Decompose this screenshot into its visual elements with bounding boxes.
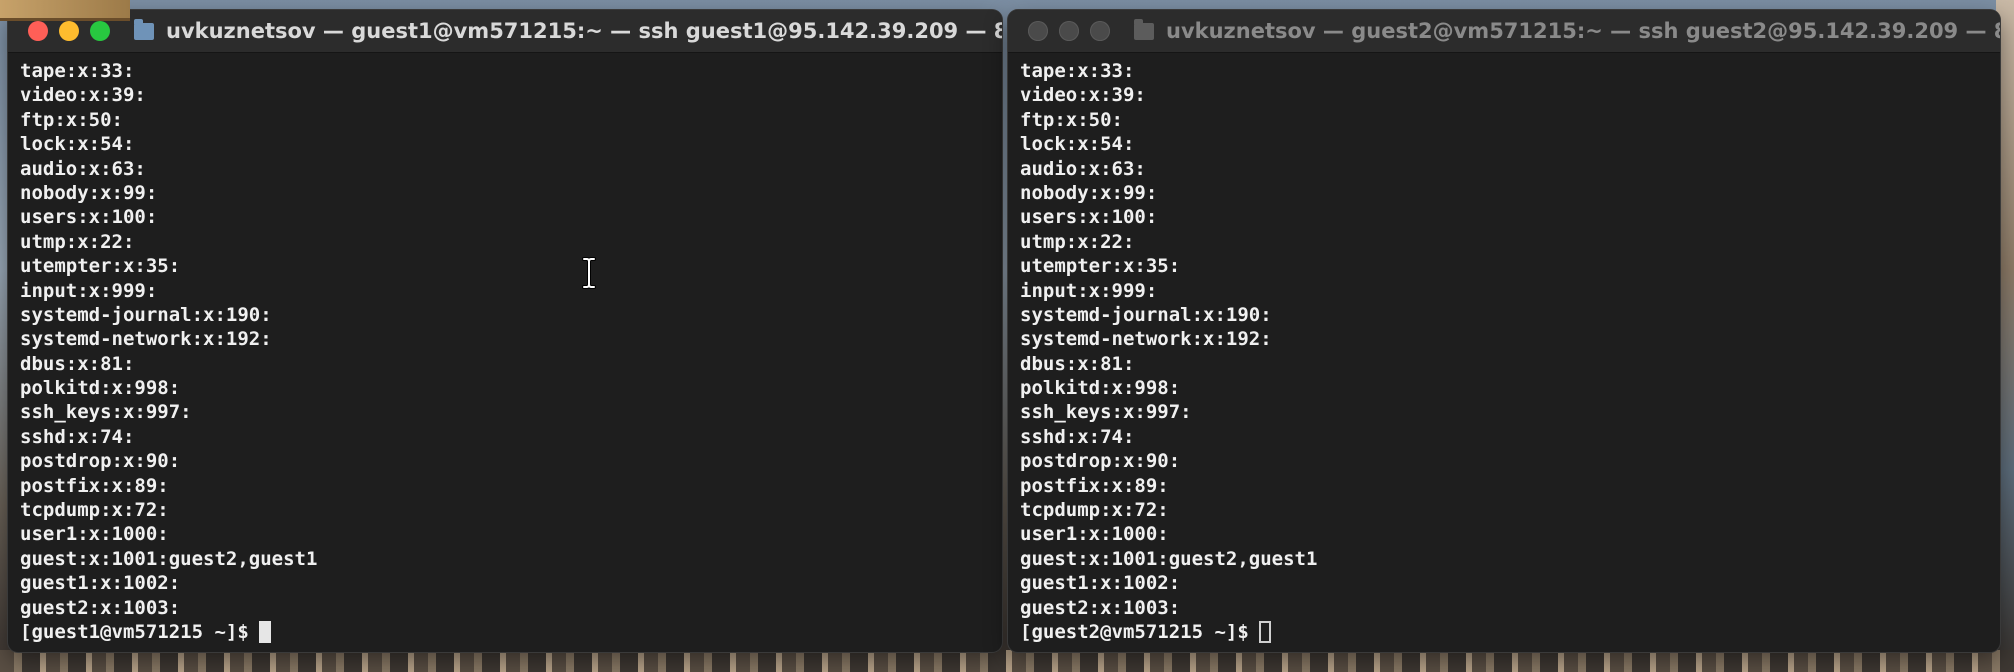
terminal-line: guest:x:1001:guest2,guest1 bbox=[20, 547, 318, 570]
terminal-line: users:x:100: bbox=[1020, 206, 1158, 229]
zoom-icon[interactable] bbox=[90, 21, 110, 41]
terminal-line: sshd:x:74: bbox=[20, 425, 135, 448]
terminal-line: guest2:x:1003: bbox=[20, 596, 181, 619]
minimize-icon[interactable] bbox=[59, 21, 79, 41]
close-icon[interactable] bbox=[1028, 21, 1048, 41]
terminal-line: systemd-journal:x:190: bbox=[1020, 303, 1272, 326]
shell-prompt-line[interactable]: [guest2@vm571215 ~]$ bbox=[1020, 620, 2000, 644]
terminal-line: input:x:999: bbox=[20, 279, 158, 302]
close-icon[interactable] bbox=[28, 21, 48, 41]
zoom-icon[interactable] bbox=[1090, 21, 1110, 41]
terminal-line: postfix:x:89: bbox=[1020, 474, 1169, 497]
terminal-line: postdrop:x:90: bbox=[20, 450, 181, 473]
shell-prompt: [guest1@vm571215 ~]$ bbox=[20, 620, 249, 643]
folder-icon bbox=[1134, 19, 1154, 40]
window-controls bbox=[28, 21, 110, 41]
terminal-line: postfix:x:89: bbox=[20, 474, 169, 497]
terminal-line: users:x:100: bbox=[20, 206, 158, 229]
terminal-line: utempter:x:35: bbox=[1020, 255, 1181, 278]
terminal-line: video:x:39: bbox=[20, 84, 146, 107]
terminal-line: user1:x:1000: bbox=[1020, 523, 1169, 546]
minimize-icon[interactable] bbox=[1059, 21, 1079, 41]
terminal-line: tape:x:33: bbox=[20, 60, 135, 82]
terminal-line: ssh_keys:x:997: bbox=[1020, 401, 1192, 424]
terminal-line: polkitd:x:998: bbox=[20, 377, 181, 400]
window-title-text: uvkuznetsov — guest2@vm571215:~ — ssh gu… bbox=[1166, 19, 2000, 43]
window-titlebar[interactable]: uvkuznetsov — guest1@vm571215:~ — ssh gu… bbox=[8, 10, 1002, 53]
terminal-line: polkitd:x:998: bbox=[1020, 377, 1181, 400]
terminal-line: sshd:x:74: bbox=[1020, 425, 1135, 448]
terminal-line: audio:x:63: bbox=[1020, 157, 1146, 180]
terminal-line: systemd-network:x:192: bbox=[20, 328, 272, 351]
terminal-line: utmp:x:22: bbox=[1020, 230, 1135, 253]
terminal-line: video:x:39: bbox=[1020, 84, 1146, 107]
terminal-line: tape:x:33: bbox=[1020, 60, 1135, 82]
terminal-line: guest1:x:1002: bbox=[1020, 572, 1181, 595]
terminal-line: audio:x:63: bbox=[20, 157, 146, 180]
terminal-output[interactable]: tape:x:33: video:x:39: ftp:x:50: lock:x:… bbox=[1008, 53, 2000, 644]
terminal-line: lock:x:54: bbox=[1020, 133, 1135, 156]
block-cursor bbox=[258, 621, 271, 644]
window-controls bbox=[1028, 21, 1110, 41]
window-title: uvkuznetsov — guest1@vm571215:~ — ssh gu… bbox=[134, 19, 1002, 43]
terminal-line: dbus:x:81: bbox=[20, 352, 135, 375]
desktop-background-strip bbox=[0, 650, 2014, 672]
terminal-line: guest1:x:1002: bbox=[20, 572, 181, 595]
terminal-line: input:x:999: bbox=[1020, 279, 1158, 302]
terminal-line: user1:x:1000: bbox=[20, 523, 169, 546]
desktop-thumbnail bbox=[0, 0, 130, 21]
terminal-line: nobody:x:99: bbox=[20, 181, 158, 204]
shell-prompt-line[interactable]: [guest1@vm571215 ~]$ bbox=[20, 620, 1002, 644]
window-title-text: uvkuznetsov — guest1@vm571215:~ — ssh gu… bbox=[166, 19, 1002, 43]
terminal-line: guest:x:1001:guest2,guest1 bbox=[1020, 547, 1318, 570]
terminal-line: tcpdump:x:72: bbox=[1020, 499, 1169, 522]
terminal-line: guest2:x:1003: bbox=[1020, 596, 1181, 619]
block-cursor bbox=[1258, 621, 1271, 644]
terminal-line: utmp:x:22: bbox=[20, 230, 135, 253]
terminal-line: ftp:x:50: bbox=[1020, 108, 1123, 131]
terminal-window-guest1[interactable]: uvkuznetsov — guest1@vm571215:~ — ssh gu… bbox=[8, 10, 1002, 652]
window-titlebar[interactable]: uvkuznetsov — guest2@vm571215:~ — ssh gu… bbox=[1008, 10, 2000, 53]
terminal-line: utempter:x:35: bbox=[20, 255, 181, 278]
terminal-line: lock:x:54: bbox=[20, 133, 135, 156]
terminal-window-guest2[interactable]: uvkuznetsov — guest2@vm571215:~ — ssh gu… bbox=[1008, 10, 2000, 652]
terminal-line: systemd-network:x:192: bbox=[1020, 328, 1272, 351]
window-title: uvkuznetsov — guest2@vm571215:~ — ssh gu… bbox=[1134, 19, 2000, 43]
shell-prompt: [guest2@vm571215 ~]$ bbox=[1020, 620, 1249, 643]
terminal-line: nobody:x:99: bbox=[1020, 181, 1158, 204]
terminal-line: tcpdump:x:72: bbox=[20, 499, 169, 522]
text-cursor-icon bbox=[582, 257, 596, 289]
terminal-line: postdrop:x:90: bbox=[1020, 450, 1181, 473]
terminal-line: systemd-journal:x:190: bbox=[20, 303, 272, 326]
terminal-line: ftp:x:50: bbox=[20, 108, 123, 131]
terminal-line: ssh_keys:x:997: bbox=[20, 401, 192, 424]
terminal-output[interactable]: tape:x:33: video:x:39: ftp:x:50: lock:x:… bbox=[8, 53, 1002, 644]
terminal-line: dbus:x:81: bbox=[1020, 352, 1135, 375]
folder-icon bbox=[134, 19, 154, 40]
